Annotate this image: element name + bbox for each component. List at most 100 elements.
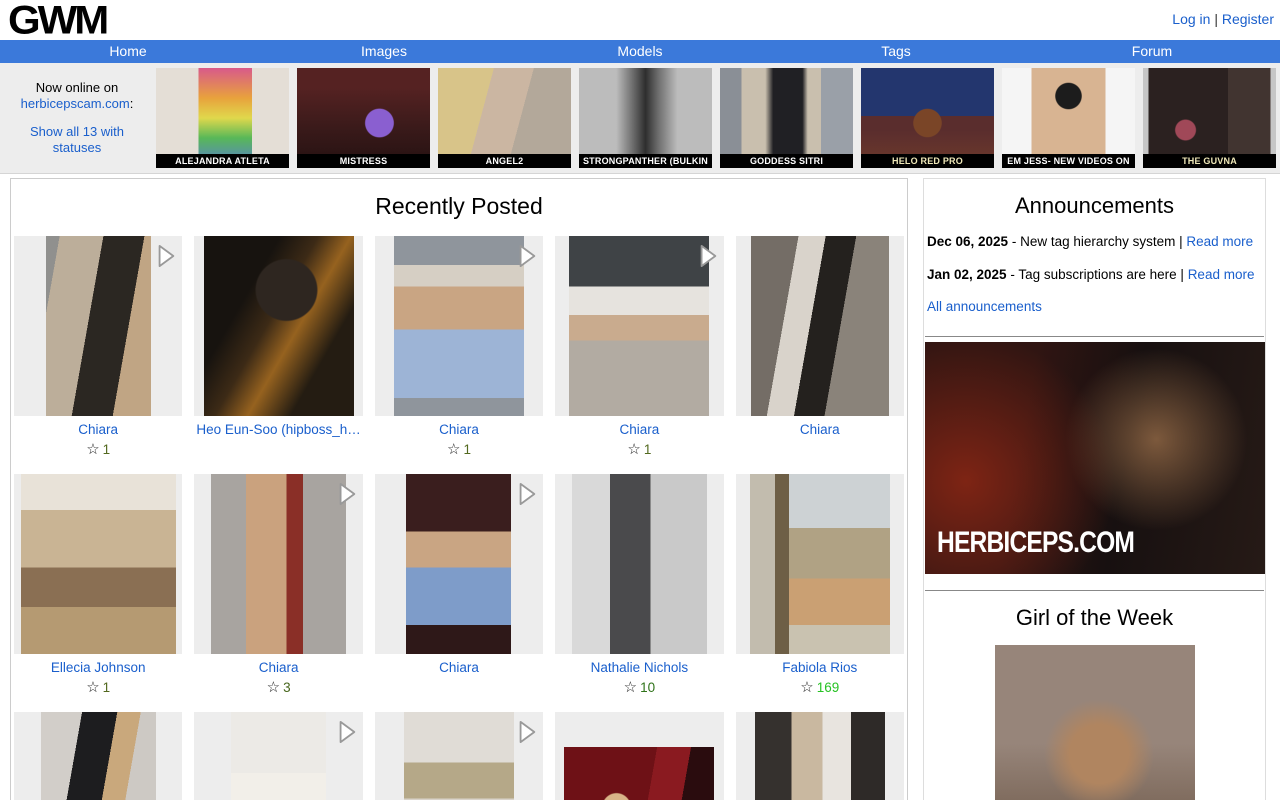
cam-thumb[interactable]: ALEJANDRA ATLETA	[156, 68, 289, 168]
post-cell: Chiara ☆3	[194, 474, 362, 696]
nav-images[interactable]: Images	[256, 40, 512, 63]
post-photo	[204, 236, 354, 416]
play-icon	[155, 242, 177, 270]
post-thumbnail[interactable]	[555, 712, 723, 800]
post-thumbnail[interactable]	[375, 236, 543, 416]
announcement-item: Dec 06, 2025 - New tag hierarchy system …	[925, 233, 1264, 251]
read-more-link[interactable]: Read more	[1186, 234, 1253, 249]
cam-thumb[interactable]: THE GUVNA	[1143, 68, 1276, 168]
post-thumbnail[interactable]	[555, 474, 723, 654]
online-strip: Now online on herbicepscam.com: Show all…	[0, 63, 1280, 174]
cam-model-name: ALEJANDRA ATLETA	[156, 154, 289, 168]
post-grid: Chiara ☆1 Heo Eun-Soo (hipboss_h… Chiara…	[11, 236, 907, 800]
star-icon: ☆	[447, 441, 460, 458]
post-thumbnail[interactable]	[194, 474, 362, 654]
cam-photo	[1002, 68, 1135, 168]
star-count: 1	[644, 442, 652, 457]
cam-thumb[interactable]: ANGEL2	[438, 68, 571, 168]
cam-photo	[156, 68, 289, 168]
post-cell	[555, 712, 723, 800]
star-rating: ☆169	[736, 678, 904, 696]
post-thumbnail[interactable]	[375, 474, 543, 654]
post-photo	[751, 236, 889, 416]
post-thumbnail[interactable]	[736, 712, 904, 800]
auth-links: Log in | Register	[1172, 11, 1274, 27]
post-photo	[231, 712, 326, 800]
post-thumbnail[interactable]	[555, 236, 723, 416]
top-bar: GWM Log in | Register	[0, 0, 1280, 40]
post-cell: Chiara	[375, 474, 543, 696]
now-online-text: Now online on	[36, 80, 118, 95]
announcement-date: Jan 02, 2025	[927, 267, 1007, 282]
announcement-text: - Tag subscriptions are here |	[1007, 267, 1188, 282]
cam-thumb[interactable]: STRONGPANTHER (BULKIN	[579, 68, 712, 168]
online-strip-info: Now online on herbicepscam.com: Show all…	[6, 80, 148, 157]
star-icon: ☆	[267, 679, 280, 696]
star-icon: ☆	[624, 679, 637, 696]
herbiceps-ad-banner[interactable]: HERBICEPS.COM	[925, 342, 1265, 574]
girl-of-week-photo[interactable]	[995, 645, 1195, 800]
divider	[925, 336, 1264, 337]
post-cell: Nathalie Nichols ☆10	[555, 474, 723, 696]
post-cell: Ellecia Johnson ☆1	[14, 474, 182, 696]
all-announcements-link[interactable]: All announcements	[927, 299, 1042, 314]
announcement-item: Jan 02, 2025 - Tag subscriptions are her…	[925, 266, 1264, 284]
cam-model-name: STRONGPANTHER (BULKIN	[579, 154, 712, 168]
model-link[interactable]: Chiara	[78, 422, 118, 437]
post-thumbnail[interactable]	[194, 712, 362, 800]
model-link[interactable]: Chiara	[620, 422, 660, 437]
cam-photo	[438, 68, 571, 168]
post-cell: Chiara ☆1	[375, 236, 543, 458]
post-thumbnail[interactable]	[14, 712, 182, 800]
sidebar: Announcements Dec 06, 2025 - New tag hie…	[923, 178, 1266, 800]
cam-thumb[interactable]: GODDESS SITRI	[720, 68, 853, 168]
model-link[interactable]: Nathalie Nichols	[591, 660, 689, 675]
show-all-link[interactable]: Show all 13 with statuses	[30, 124, 124, 155]
post-thumbnail[interactable]	[375, 712, 543, 800]
model-link[interactable]: Chiara	[439, 422, 479, 437]
model-link[interactable]: Ellecia Johnson	[51, 660, 146, 675]
nav-tags[interactable]: Tags	[768, 40, 1024, 63]
model-link[interactable]: Fabiola Rios	[782, 660, 857, 675]
post-thumbnail[interactable]	[736, 474, 904, 654]
post-thumbnail[interactable]	[14, 474, 182, 654]
post-cell: Chiara ☆ 1	[555, 236, 723, 458]
post-cell: Fabiola Rios ☆169	[736, 474, 904, 696]
recently-posted-panel: Recently Posted Chiara ☆1 Heo Eun-Soo (h…	[10, 178, 908, 800]
cam-model-name: EM JESS- NEW VIDEOS ON	[1002, 154, 1135, 168]
content-area: Recently Posted Chiara ☆1 Heo Eun-Soo (h…	[0, 174, 1280, 800]
post-cell	[14, 712, 182, 800]
page-title: Recently Posted	[11, 193, 907, 220]
play-icon	[516, 480, 538, 508]
read-more-link[interactable]: Read more	[1188, 267, 1255, 282]
login-link[interactable]: Log in	[1172, 11, 1210, 27]
post-cell: Chiara ☆1	[14, 236, 182, 458]
model-link[interactable]: Chiara	[259, 660, 299, 675]
star-rating: ☆1	[14, 440, 182, 458]
nav-home[interactable]: Home	[0, 40, 256, 63]
cam-thumb[interactable]: EM JESS- NEW VIDEOS ON	[1002, 68, 1135, 168]
cam-thumb[interactable]: MISTRESS	[297, 68, 430, 168]
star-rating: ☆10	[555, 678, 723, 696]
model-link[interactable]: Heo Eun-Soo (hipboss_h…	[196, 422, 360, 437]
nav-models[interactable]: Models	[512, 40, 768, 63]
star-icon: ☆	[627, 441, 640, 458]
post-thumbnail[interactable]	[736, 236, 904, 416]
announcements-title: Announcements	[925, 193, 1264, 219]
model-link[interactable]: Chiara	[439, 660, 479, 675]
cam-thumb[interactable]: HELO RED PRO	[861, 68, 994, 168]
colon-text: :	[130, 96, 134, 111]
herbicepscam-link[interactable]: herbicepscam.com	[21, 96, 130, 111]
post-photo	[755, 712, 885, 800]
site-logo[interactable]: GWM	[8, 0, 106, 43]
model-link[interactable]: Chiara	[800, 422, 840, 437]
cam-model-name: THE GUVNA	[1143, 154, 1276, 168]
post-thumbnail[interactable]	[14, 236, 182, 416]
nav-forum[interactable]: Forum	[1024, 40, 1280, 63]
post-photo	[564, 747, 714, 800]
star-count: 1	[463, 442, 471, 457]
post-thumbnail[interactable]	[194, 236, 362, 416]
announcement-text: - New tag hierarchy system |	[1008, 234, 1186, 249]
post-cell: Heo Eun-Soo (hipboss_h…	[194, 236, 362, 458]
register-link[interactable]: Register	[1222, 11, 1274, 27]
